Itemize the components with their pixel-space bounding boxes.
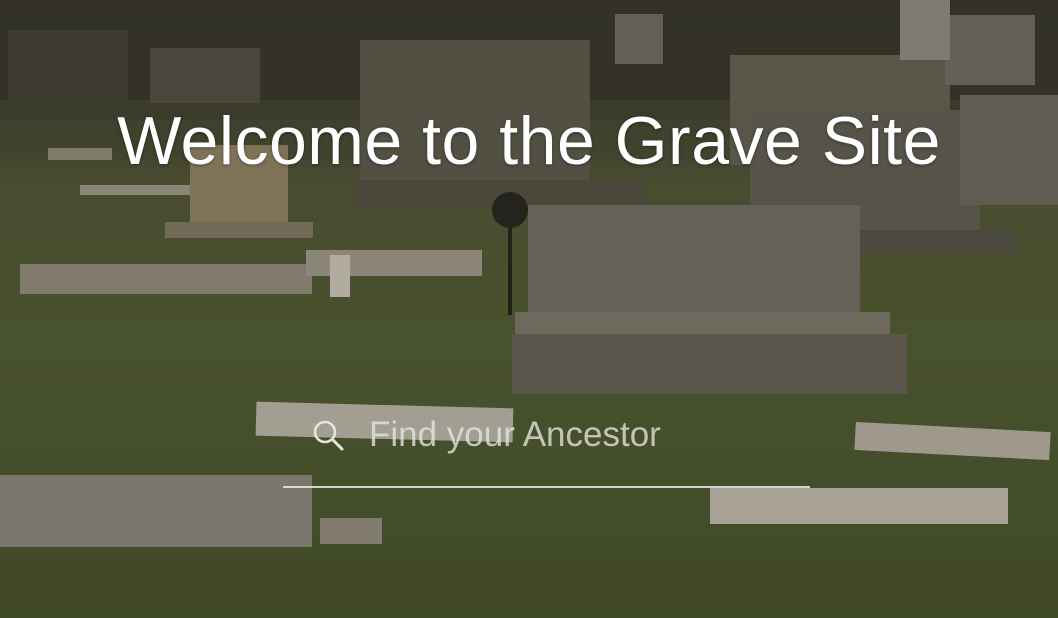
hero-section: Welcome to the Grave Site <box>0 0 1058 618</box>
search-underline <box>283 486 810 488</box>
ancestor-search-input[interactable] <box>367 406 801 464</box>
ancestor-search <box>283 402 810 488</box>
page-title: Welcome to the Grave Site <box>117 102 941 179</box>
search-icon[interactable] <box>311 418 345 452</box>
cemetery-background-image <box>0 0 1058 618</box>
